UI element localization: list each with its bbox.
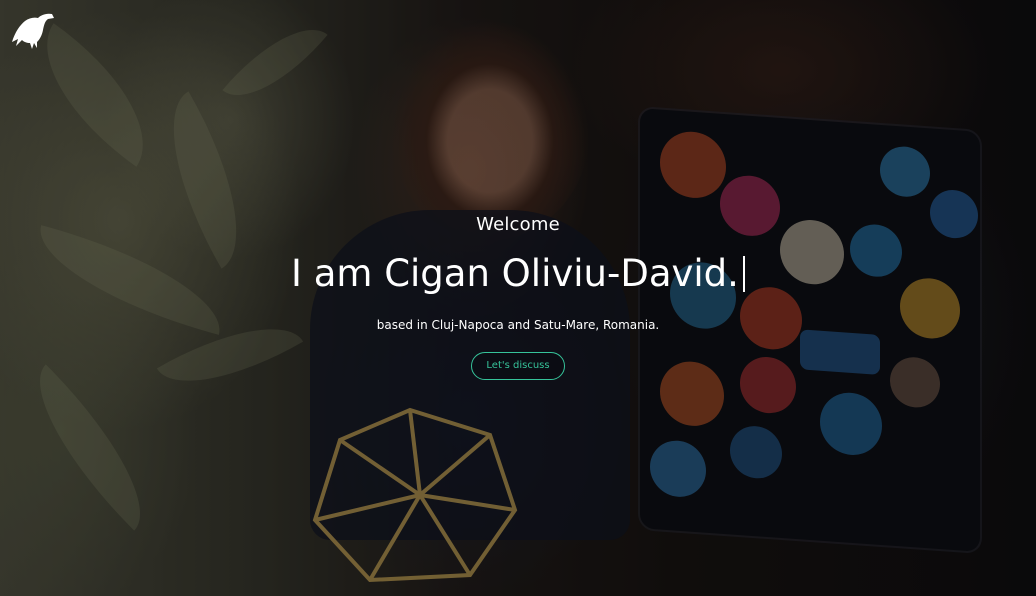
location-tagline: based in Cluj-Napoca and Satu-Mare, Roma… [376,318,660,332]
headline: I am Cigan Oliviu-David. [0,252,1036,295]
hero-content: Welcome I am Cigan Oliviu-David. based i… [0,0,1036,596]
welcome-text: Welcome [476,214,560,235]
lets-discuss-button[interactable]: Let's discuss [471,352,565,380]
typing-cursor [742,256,745,292]
headline-text: I am Cigan Oliviu-David. [291,252,739,295]
hero-section: Welcome I am Cigan Oliviu-David. based i… [0,0,1036,596]
